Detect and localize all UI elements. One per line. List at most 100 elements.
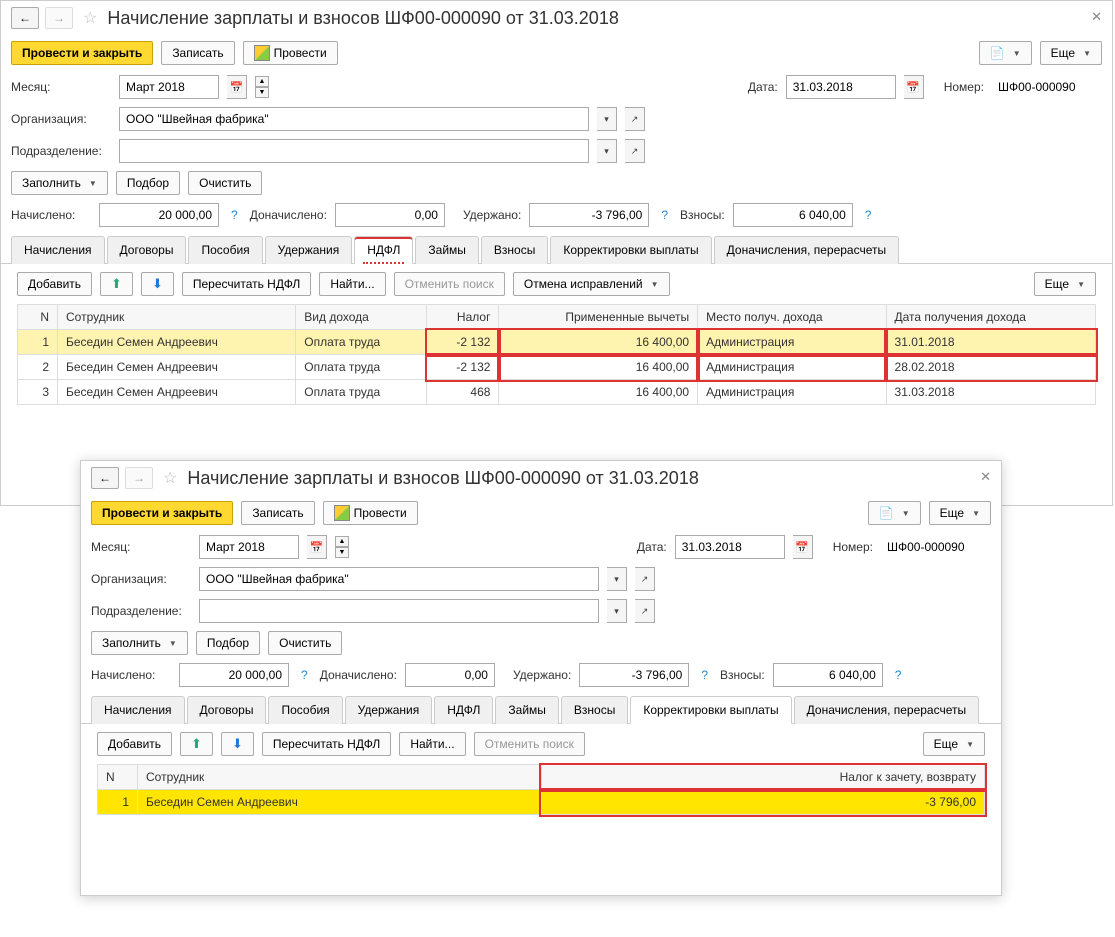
post-button[interactable]: Провести <box>323 501 418 525</box>
nav-forward-button[interactable]: → <box>45 7 73 29</box>
help-icon[interactable]: ? <box>697 668 712 682</box>
accrued-input[interactable] <box>99 203 219 227</box>
help-icon[interactable]: ? <box>657 208 672 222</box>
tab-6[interactable]: Взносы <box>481 236 548 264</box>
month-stepper[interactable]: ▲▼ <box>335 536 349 558</box>
move-up-button[interactable]: ⬆ <box>180 732 213 756</box>
close-icon[interactable]: ✕ <box>980 469 991 485</box>
col-header[interactable]: Налог <box>427 305 499 330</box>
date-field[interactable]: 31.03.2018 <box>786 75 896 99</box>
cancel-find-button[interactable]: Отменить поиск <box>394 272 505 296</box>
nav-back-button[interactable]: ← <box>91 467 119 489</box>
pick-button[interactable]: Подбор <box>116 171 180 195</box>
favorite-star-icon[interactable]: ☆ <box>159 468 181 488</box>
month-calendar-icon[interactable] <box>227 75 247 99</box>
tab-7[interactable]: Корректировки выплаты <box>630 696 791 724</box>
org-open-icon[interactable]: ↗ <box>635 567 655 591</box>
add-button[interactable]: Добавить <box>17 272 92 296</box>
col-header[interactable]: Вид дохода <box>296 305 427 330</box>
col-header[interactable]: Дата получения дохода <box>886 305 1095 330</box>
help-icon[interactable]: ? <box>297 668 312 682</box>
tab-2[interactable]: Пособия <box>188 236 262 264</box>
addl-input[interactable] <box>405 663 495 687</box>
cancel-find-button[interactable]: Отменить поиск <box>474 732 585 756</box>
sub-more-button[interactable]: Еще <box>1034 272 1096 296</box>
cancel-corrections-button[interactable]: Отмена исправлений <box>513 272 670 296</box>
post-and-close-button[interactable]: Провести и закрыть <box>91 501 233 525</box>
month-calendar-icon[interactable] <box>307 535 327 559</box>
clear-button[interactable]: Очистить <box>188 171 262 195</box>
nav-back-button[interactable]: ← <box>11 7 39 29</box>
dept-dropdown-icon[interactable]: ▾ <box>607 599 627 623</box>
month-field[interactable]: Март 2018 <box>199 535 299 559</box>
dept-field[interactable] <box>199 599 599 623</box>
org-dropdown-icon[interactable]: ▾ <box>607 567 627 591</box>
find-button[interactable]: Найти... <box>399 732 465 756</box>
tab-5[interactable]: Займы <box>415 236 479 264</box>
fill-button[interactable]: Заполнить <box>11 171 108 195</box>
col-header[interactable]: Сотрудник <box>58 305 296 330</box>
org-field[interactable]: ООО "Швейная фабрика" <box>119 107 589 131</box>
dept-open-icon[interactable]: ↗ <box>635 599 655 623</box>
tab-0[interactable]: Начисления <box>11 236 105 264</box>
post-and-close-button[interactable]: Провести и закрыть <box>11 41 153 65</box>
dept-field[interactable] <box>119 139 589 163</box>
tab-2[interactable]: Пособия <box>268 696 342 724</box>
nav-forward-button[interactable]: → <box>125 467 153 489</box>
table-row[interactable]: 3Беседин Семен АндреевичОплата труда4681… <box>18 380 1096 405</box>
org-field[interactable]: ООО "Швейная фабрика" <box>199 567 599 591</box>
tab-3[interactable]: Удержания <box>345 696 433 724</box>
col-header[interactable]: N <box>18 305 58 330</box>
date-field[interactable]: 31.03.2018 <box>675 535 785 559</box>
tab-7[interactable]: Корректировки выплаты <box>550 236 711 264</box>
tab-4[interactable]: НДФЛ <box>354 236 413 264</box>
date-calendar-icon[interactable] <box>904 75 924 99</box>
move-down-button[interactable]: ⬇ <box>221 732 254 756</box>
add-button[interactable]: Добавить <box>97 732 172 756</box>
col-header[interactable]: N <box>98 765 138 790</box>
contrib-input[interactable] <box>773 663 883 687</box>
find-button[interactable]: Найти... <box>319 272 385 296</box>
move-down-button[interactable]: ⬇ <box>141 272 174 296</box>
col-header[interactable]: Сотрудник <box>138 765 542 790</box>
org-dropdown-icon[interactable]: ▾ <box>597 107 617 131</box>
col-header[interactable]: Налог к зачету, возврату <box>541 765 985 790</box>
table-row[interactable]: 1Беседин Семен АндреевичОплата труда-2 1… <box>18 330 1096 355</box>
move-up-button[interactable]: ⬆ <box>100 272 133 296</box>
tab-5[interactable]: Займы <box>495 696 559 724</box>
post-button[interactable]: Провести <box>243 41 338 65</box>
fill-button[interactable]: Заполнить <box>91 631 188 655</box>
tab-6[interactable]: Взносы <box>561 696 628 724</box>
save-button[interactable]: Записать <box>241 501 314 525</box>
tab-3[interactable]: Удержания <box>265 236 353 264</box>
table-row[interactable]: 2Беседин Семен АндреевичОплата труда-2 1… <box>18 355 1096 380</box>
help-icon[interactable]: ? <box>861 208 876 222</box>
help-icon[interactable]: ? <box>227 208 242 222</box>
recalc-button[interactable]: Пересчитать НДФЛ <box>262 732 391 756</box>
favorite-star-icon[interactable]: ☆ <box>79 8 101 28</box>
attach-menu-button[interactable]: 📄 <box>979 41 1032 65</box>
save-button[interactable]: Записать <box>161 41 234 65</box>
accrued-input[interactable] <box>179 663 289 687</box>
date-calendar-icon[interactable] <box>793 535 813 559</box>
more-menu-button[interactable]: Еще <box>929 501 991 525</box>
tab-1[interactable]: Договоры <box>187 696 267 724</box>
help-icon[interactable]: ? <box>891 668 906 682</box>
col-header[interactable]: Примененные вычеты <box>499 305 698 330</box>
tab-8[interactable]: Доначисления, перерасчеты <box>794 696 979 724</box>
addl-input[interactable] <box>335 203 445 227</box>
org-open-icon[interactable]: ↗ <box>625 107 645 131</box>
dept-dropdown-icon[interactable]: ▾ <box>597 139 617 163</box>
clear-button[interactable]: Очистить <box>268 631 342 655</box>
attach-menu-button[interactable]: 📄 <box>868 501 921 525</box>
recalc-button[interactable]: Пересчитать НДФЛ <box>182 272 311 296</box>
col-header[interactable]: Место получ. дохода <box>698 305 886 330</box>
more-menu-button[interactable]: Еще <box>1040 41 1102 65</box>
pick-button[interactable]: Подбор <box>196 631 260 655</box>
contrib-input[interactable] <box>733 203 853 227</box>
sub-more-button[interactable]: Еще <box>923 732 985 756</box>
tab-4[interactable]: НДФЛ <box>434 696 493 724</box>
withheld-input[interactable] <box>529 203 649 227</box>
tab-1[interactable]: Договоры <box>107 236 187 264</box>
month-stepper[interactable]: ▲▼ <box>255 76 269 98</box>
